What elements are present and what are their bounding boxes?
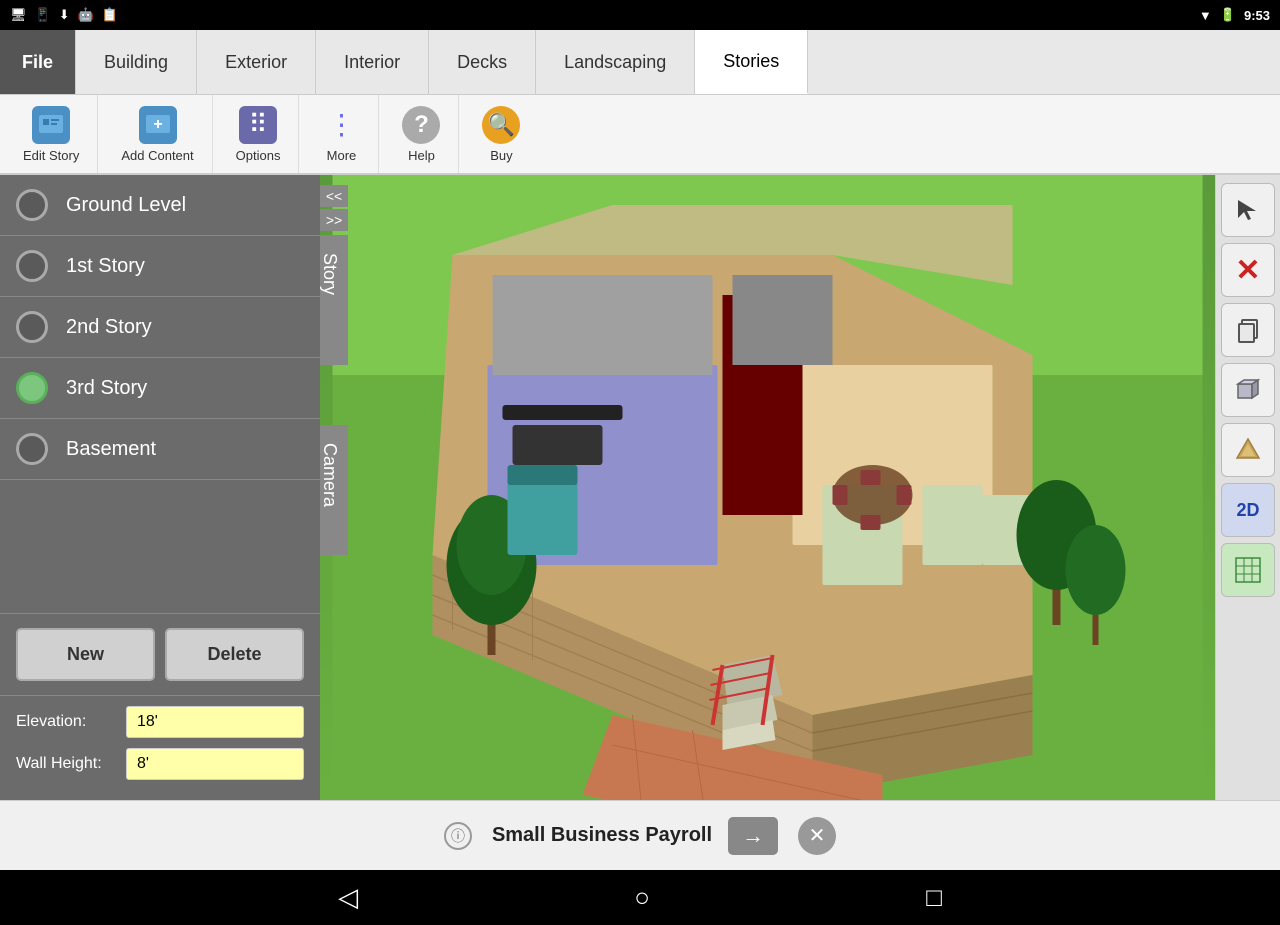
buy-icon: 🔍: [482, 106, 520, 144]
tab-building[interactable]: Building: [76, 30, 197, 94]
story-label-3rd: 3rd Story: [66, 377, 147, 400]
new-button[interactable]: New: [16, 628, 155, 681]
tab-decks[interactable]: Decks: [429, 30, 536, 94]
toolbar-add-content[interactable]: + Add Content: [103, 95, 212, 173]
collapse-down-button[interactable]: >>: [320, 209, 348, 231]
icon-phone: 📱: [35, 7, 51, 23]
status-icons-right: ▼ 🔋 9:53: [1199, 7, 1270, 23]
icon-clipboard: 📋: [102, 7, 118, 23]
story-side-tab[interactable]: Story: [320, 235, 348, 365]
grid-button[interactable]: [1221, 543, 1275, 597]
camera-tab-label: Camera: [320, 443, 340, 507]
tab-interior[interactable]: Interior: [316, 30, 429, 94]
story-item-basement[interactable]: Basement: [0, 419, 320, 480]
story-radio-basement: [16, 433, 48, 465]
toolbar-edit-story[interactable]: Edit Story: [5, 95, 98, 173]
back-button[interactable]: ◁: [338, 882, 358, 913]
main-area: Ground Level 1st Story 2nd Story 3rd Sto…: [0, 175, 1280, 800]
right-toolbar: ✕ 2D: [1215, 175, 1280, 800]
wifi-icon: ▼: [1199, 8, 1212, 23]
ad-banner: ⓘ Small Business Payroll → ✕: [0, 800, 1280, 870]
more-icon: ⋮: [322, 106, 360, 144]
form-fields: Elevation: Wall Height:: [0, 696, 320, 800]
ad-text: Small Business Payroll: [492, 824, 712, 847]
story-radio-2nd: [16, 311, 48, 343]
tab-landscaping[interactable]: Landscaping: [536, 30, 695, 94]
material-button[interactable]: [1221, 423, 1275, 477]
collapse-up-button[interactable]: <<: [320, 185, 348, 207]
options-label: Options: [236, 148, 281, 163]
icon-download: ⬇: [59, 7, 70, 23]
story-label-1st: 1st Story: [66, 255, 145, 278]
toolbar-help[interactable]: ? Help: [384, 95, 459, 173]
tab-stories[interactable]: Stories: [695, 30, 808, 94]
story-item-2nd[interactable]: 2nd Story: [0, 297, 320, 358]
delete-button-right[interactable]: ✕: [1221, 243, 1275, 297]
options-icon: ⠿: [239, 106, 277, 144]
camera-side-tab[interactable]: Camera: [320, 425, 348, 555]
left-panel: Ground Level 1st Story 2nd Story 3rd Sto…: [0, 175, 320, 800]
story-label-ground: Ground Level: [66, 194, 186, 217]
story-radio-ground: [16, 189, 48, 221]
toolbar: Edit Story + Add Content ⠿ Options ⋮ Mor…: [0, 95, 1280, 175]
ad-arrow-button[interactable]: →: [728, 817, 778, 855]
elevation-row: Elevation:: [16, 706, 304, 738]
elevation-label: Elevation:: [16, 713, 126, 731]
tab-file[interactable]: File: [0, 30, 76, 94]
home-button[interactable]: ○: [634, 882, 650, 913]
3d-box-button[interactable]: [1221, 363, 1275, 417]
wall-height-label: Wall Height:: [16, 755, 126, 773]
ad-close-button[interactable]: ✕: [798, 817, 836, 855]
svg-text:+: +: [153, 116, 162, 133]
stories-list: Ground Level 1st Story 2nd Story 3rd Sto…: [0, 175, 320, 613]
3d-view[interactable]: [320, 175, 1215, 800]
tab-exterior[interactable]: Exterior: [197, 30, 316, 94]
story-radio-inner-3rd: [25, 381, 39, 395]
story-tab-label: Story: [320, 253, 340, 295]
help-icon: ?: [402, 106, 440, 144]
copy-button[interactable]: [1221, 303, 1275, 357]
delete-button[interactable]: Delete: [165, 628, 304, 681]
collapse-arrows: << >>: [320, 185, 348, 231]
story-item-1st[interactable]: 1st Story: [0, 236, 320, 297]
add-content-icon: +: [139, 106, 177, 144]
battery-icon: 🔋: [1220, 7, 1236, 23]
toolbar-options[interactable]: ⠿ Options: [218, 95, 300, 173]
time: 9:53: [1244, 8, 1270, 23]
more-label: More: [327, 148, 357, 163]
story-item-3rd[interactable]: 3rd Story: [0, 358, 320, 419]
cursor-button[interactable]: [1221, 183, 1275, 237]
house-scene-svg: [320, 175, 1215, 800]
top-nav: File Building Exterior Interior Decks La…: [0, 30, 1280, 95]
ad-content: Small Business Payroll →: [492, 817, 778, 855]
edit-story-icon: [32, 106, 70, 144]
ad-info-icon[interactable]: ⓘ: [444, 822, 472, 850]
2d-button[interactable]: 2D: [1221, 483, 1275, 537]
story-radio-3rd: [16, 372, 48, 404]
status-bar: 🖥 📱 ⬇ 🤖 📋 ▼ 🔋 9:53: [0, 0, 1280, 30]
icon-display: 🖥: [10, 7, 27, 23]
story-buttons: New Delete: [0, 613, 320, 696]
bottom-nav: ◁ ○ □: [0, 870, 1280, 925]
story-label-basement: Basement: [66, 438, 156, 461]
recent-button[interactable]: □: [926, 882, 942, 913]
wall-height-input[interactable]: [126, 748, 304, 780]
wall-height-row: Wall Height:: [16, 748, 304, 780]
story-label-2nd: 2nd Story: [66, 316, 152, 339]
status-icons-left: 🖥 📱 ⬇ 🤖 📋: [10, 7, 118, 23]
elevation-input[interactable]: [126, 706, 304, 738]
add-content-label: Add Content: [121, 148, 193, 163]
edit-story-label: Edit Story: [23, 148, 79, 163]
icon-robot: 🤖: [78, 7, 94, 23]
toolbar-more[interactable]: ⋮ More: [304, 95, 379, 173]
story-item-ground[interactable]: Ground Level: [0, 175, 320, 236]
help-label: Help: [408, 148, 435, 163]
story-radio-1st: [16, 250, 48, 282]
buy-label: Buy: [490, 148, 512, 163]
toolbar-buy[interactable]: 🔍 Buy: [464, 95, 538, 173]
